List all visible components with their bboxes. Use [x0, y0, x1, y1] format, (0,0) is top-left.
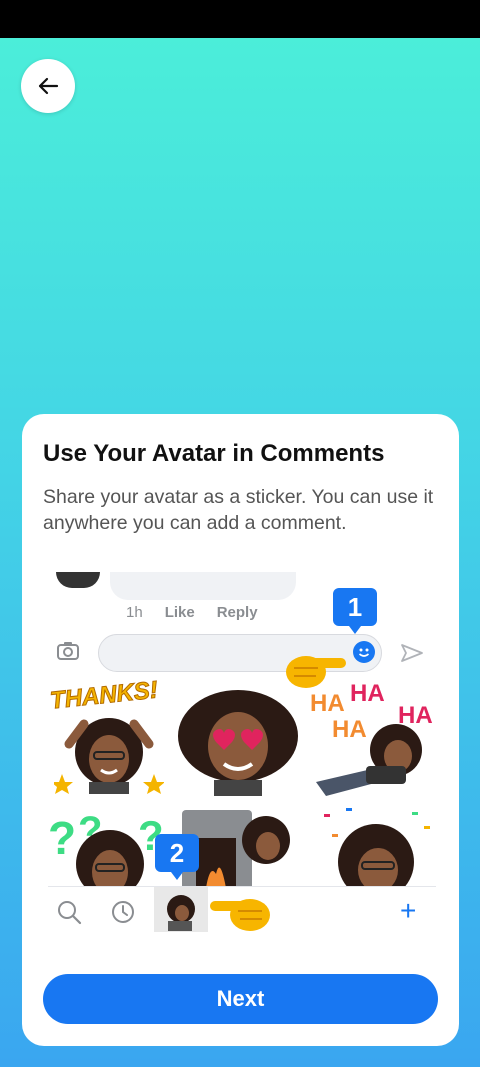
sticker-haha: HA HA HA HA — [306, 680, 436, 800]
sticker-thanks: THANKS! — [48, 676, 168, 794]
demo-illustration: 1h Like Reply 1 THANKS! HA HA HA HA ? ? … — [48, 572, 436, 932]
step-badge-2: 2 — [155, 834, 199, 880]
avatar-sticker-tab — [154, 887, 208, 932]
search-icon — [58, 901, 82, 925]
smile-icon — [353, 641, 375, 663]
sticker-question: ? ? ? — [48, 804, 172, 898]
svg-text:?: ? — [48, 812, 76, 864]
camera-icon — [57, 642, 79, 660]
ha-text-1: HA — [310, 690, 345, 717]
comment-time: 1h — [126, 604, 143, 621]
card-title: Use Your Avatar in Comments — [43, 440, 385, 467]
back-button[interactable] — [21, 59, 75, 113]
sticker-confetti — [316, 804, 436, 900]
add-icon: + — [400, 895, 417, 926]
pointing-hand-icon — [210, 899, 270, 931]
ha-text-2: HA — [350, 680, 385, 707]
sticker-heart-eyes — [176, 684, 300, 796]
sticker-tray: + — [48, 886, 436, 932]
onboarding-card: Use Your Avatar in Comments Share your a… — [22, 414, 459, 1046]
like-link: Like — [164, 604, 195, 621]
step-badge-1: 1 — [333, 588, 377, 634]
reply-link: Reply — [216, 604, 258, 621]
arrow-left-icon — [38, 77, 59, 95]
comment-meta: 1h Like Reply — [126, 604, 258, 621]
card-subtitle: Share your avatar as a sticker. You can … — [43, 486, 434, 534]
next-button[interactable]: Next — [43, 974, 438, 1024]
commenter-avatar — [56, 572, 100, 588]
clock-icon — [112, 901, 134, 923]
status-bar — [0, 0, 480, 38]
send-icon — [401, 644, 423, 662]
comment-bubble — [110, 572, 296, 600]
